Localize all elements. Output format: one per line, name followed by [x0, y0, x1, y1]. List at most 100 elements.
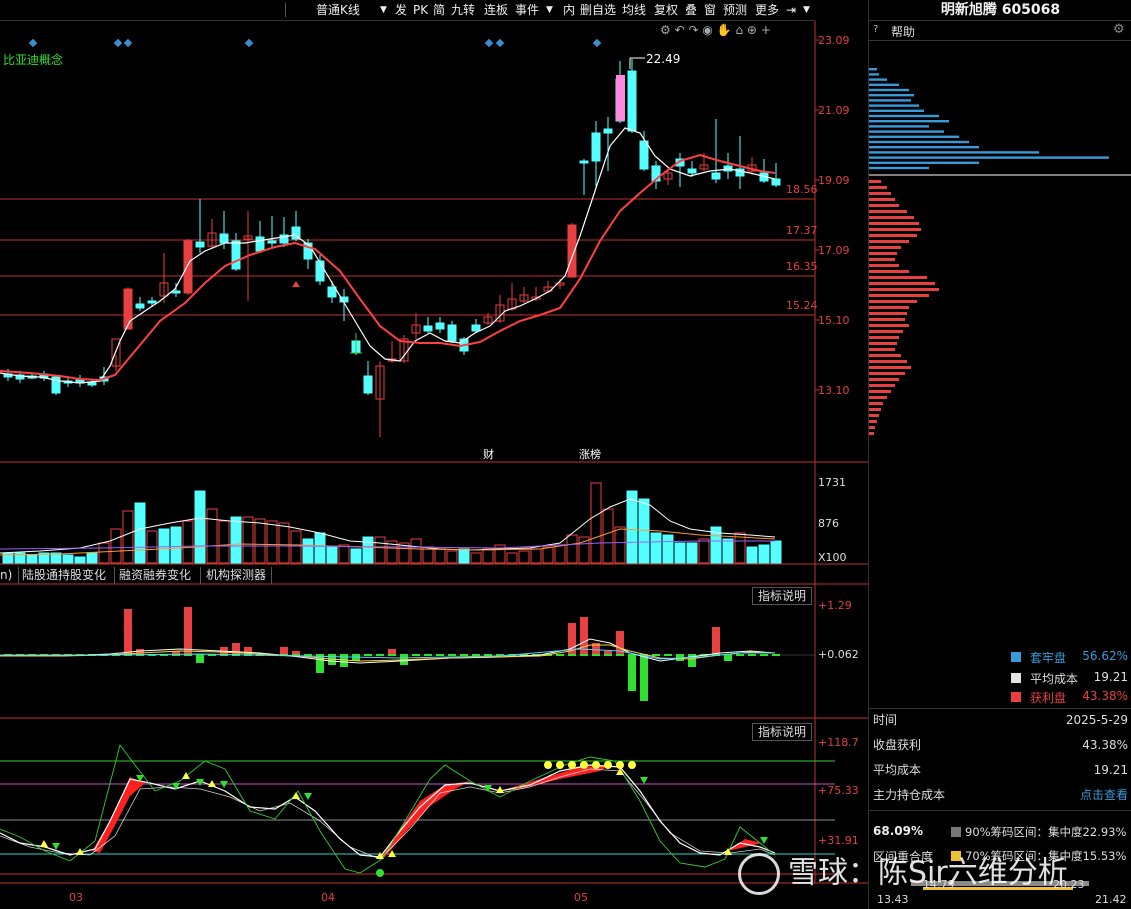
chip-bar	[869, 216, 914, 219]
macd-bar	[592, 654, 600, 656]
volume-bar	[74, 556, 86, 564]
tool-forecast-button[interactable]: 预测	[723, 2, 747, 18]
event-chevron-icon[interactable]: ▼	[546, 2, 553, 18]
kline-type-select[interactable]: 普通K线	[316, 2, 360, 18]
tool-limit-up-button[interactable]: 连板	[484, 2, 508, 18]
volume-bar	[194, 490, 206, 564]
chip-bar	[869, 384, 895, 387]
more-chevron-icon[interactable]: ▼	[803, 2, 810, 18]
tool-fa-button[interactable]: 发	[395, 2, 407, 18]
chip-bar	[869, 198, 895, 201]
candle-body	[219, 233, 229, 244]
tool-overlay-button[interactable]: 叠	[685, 2, 697, 18]
kdj-tick: +31.91	[818, 834, 859, 847]
chip-bar	[869, 234, 917, 237]
tool-simple-button[interactable]: 简	[433, 2, 445, 18]
candle-body	[171, 290, 181, 294]
volume-bar	[254, 518, 266, 564]
candle-body	[771, 178, 781, 186]
volume-bar	[374, 536, 386, 564]
chip-bar	[869, 258, 895, 261]
tool-ma-button[interactable]: 均线	[622, 2, 646, 18]
chip-bar	[869, 125, 929, 128]
chip-bar	[869, 156, 1109, 159]
gear-icon[interactable]: ⚙	[1113, 22, 1125, 37]
chip-bar	[869, 68, 877, 71]
tool-more-button[interactable]: 更多	[755, 2, 779, 18]
tab-northbound[interactable]: 陆股通持股变化	[22, 567, 106, 584]
tool-remove-watch-button[interactable]: 删自选	[580, 2, 616, 18]
chip-bar	[869, 366, 911, 369]
main-chart[interactable]	[0, 21, 868, 909]
macd-bar	[316, 654, 324, 656]
volume-bar	[362, 536, 374, 564]
chip-bar	[869, 166, 929, 170]
chip-bar	[869, 276, 927, 279]
macd-help-button[interactable]: 指标说明	[752, 587, 812, 605]
undo-icon[interactable]: ↶	[675, 23, 685, 37]
volume-bar	[410, 538, 422, 564]
macd-bar	[364, 654, 372, 656]
chip-bar	[869, 180, 881, 183]
volume-bar	[602, 508, 614, 564]
kdj-up-arrow-icon	[182, 772, 190, 779]
chip-bar	[869, 192, 891, 195]
volume-bar	[266, 520, 278, 564]
chip-bar	[869, 420, 877, 423]
tool-nine-turn-button[interactable]: 九转	[451, 2, 475, 18]
tool-window-button[interactable]: 窗	[704, 2, 716, 18]
level-label: 16.35	[786, 260, 818, 273]
eye-icon[interactable]: ◉	[702, 23, 712, 37]
candle-body	[627, 70, 637, 132]
tool-event-button[interactable]: 事件	[515, 2, 539, 18]
concept-label[interactable]: 比亚迪概念	[3, 51, 63, 68]
range-min: 13.43	[877, 893, 909, 906]
chip-bar	[869, 354, 901, 357]
tab-institution[interactable]: 机构探测器	[206, 567, 266, 584]
chip-bar	[869, 390, 891, 393]
candle-body	[124, 289, 132, 329]
macd-bar	[628, 655, 636, 691]
kdj-up-arrow-icon	[496, 786, 504, 793]
candle-body	[591, 132, 601, 162]
kdj-tick: +75.33	[818, 784, 859, 797]
pan-icon[interactable]: ✋	[717, 23, 732, 37]
zoom-in-icon[interactable]: ⊕	[747, 23, 757, 37]
finance-marker[interactable]: 财	[483, 446, 494, 462]
tool-inner-button[interactable]: 内	[563, 2, 575, 18]
candle-body	[579, 160, 589, 164]
chip-bar	[869, 204, 899, 207]
watermark: 雪球：陈Sir六维分析	[738, 853, 1128, 895]
chip-bar	[869, 228, 921, 231]
add-icon[interactable]: +	[761, 23, 771, 37]
candle-body	[255, 236, 265, 252]
redo-icon[interactable]: ↷	[688, 23, 698, 37]
row-main-cost[interactable]: 主力持仓成本 点击查看	[873, 786, 1128, 804]
up-arrow-icon	[292, 281, 300, 287]
macd-bar	[664, 654, 672, 656]
chip-bar	[869, 140, 969, 144]
candle-body	[363, 375, 373, 394]
volume-bar	[554, 544, 566, 564]
candle-body	[723, 165, 733, 172]
volume-bar	[242, 516, 254, 564]
tool-pk-button[interactable]: PK	[413, 2, 428, 18]
macd-tick: +0.062	[818, 648, 859, 661]
help-icon[interactable]: ?	[873, 24, 878, 35]
chevron-down-icon[interactable]: ▼	[380, 2, 387, 18]
macd-bar	[460, 654, 468, 656]
pin-icon[interactable]: ⇥	[786, 2, 796, 18]
lock-icon[interactable]: ⌂	[735, 23, 743, 37]
tool-adjust-button[interactable]: 复权	[654, 2, 678, 18]
candle-body	[195, 241, 205, 248]
tab-partial[interactable]: n)	[0, 567, 12, 584]
chip-bar	[869, 432, 874, 435]
price-tick: 17.09	[818, 244, 850, 257]
settings-icon[interactable]: ⚙	[660, 23, 671, 37]
volume-bar	[626, 490, 638, 564]
range-90-label: 90%筹码区间：集中度22.93%	[965, 825, 1127, 839]
kdj-help-button[interactable]: 指标说明	[752, 723, 812, 741]
limit-up-marker[interactable]: 涨榜	[579, 446, 601, 462]
help-label[interactable]: 帮助	[891, 23, 915, 40]
tab-margin[interactable]: 融资融券变化	[119, 567, 191, 584]
